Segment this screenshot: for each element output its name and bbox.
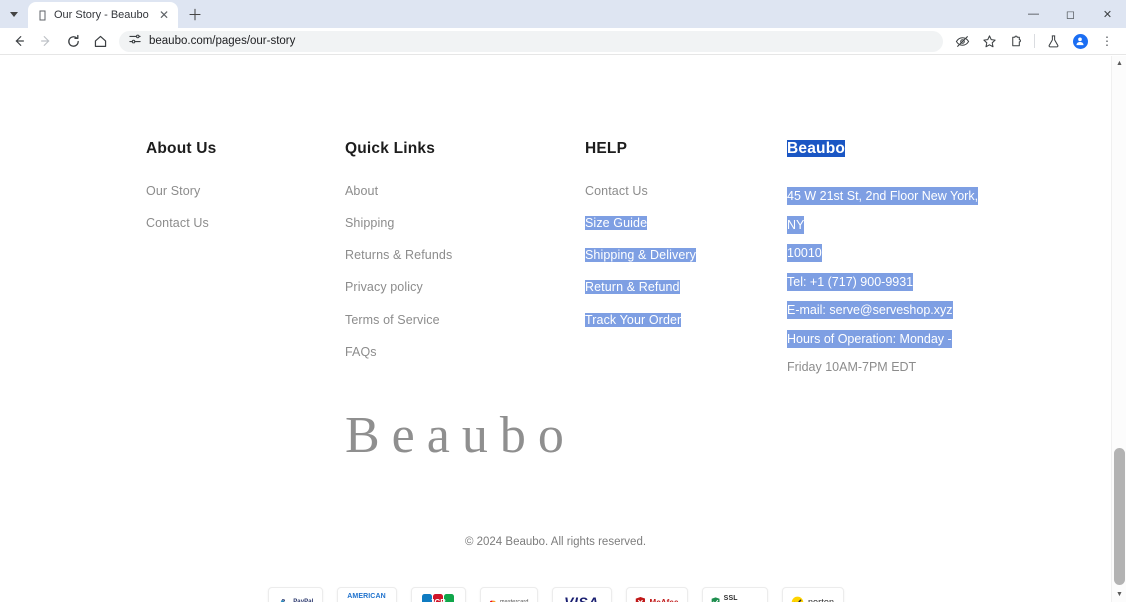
contact-phone: Tel: +1 (717) 900-9931 [787, 272, 914, 291]
address-line-1: 45 W 21st St, 2nd Floor New York, NY [787, 187, 979, 234]
footer-column-help: HELP Contact Us Size Guide Shipping & De… [585, 140, 785, 345]
footer-link-returns-refunds[interactable]: Returns & Refunds [345, 248, 545, 264]
badge-jcb: JCB [410, 587, 466, 602]
badge-paypal: PayPal [267, 587, 323, 602]
close-window-button[interactable]: ✕ [1089, 0, 1126, 28]
url-text: beaubo.com/pages/our-story [149, 35, 296, 47]
footer-link-terms-of-service[interactable]: Terms of Service [345, 313, 545, 329]
scroll-down-arrow[interactable]: ▼ [1112, 587, 1126, 602]
home-button[interactable] [87, 29, 113, 53]
selected-text-track-your-order: Track Your Order [585, 312, 682, 327]
new-tab-button[interactable]: ＋ [182, 1, 208, 27]
contact-email: E-mail: serve@serveshop.xyz [787, 301, 953, 319]
address-line-2: 10010 [787, 244, 822, 262]
brand-wordmark: Beaubo [345, 407, 576, 464]
address-bar[interactable]: beaubo.com/pages/our-story [119, 30, 943, 52]
toolbar-divider [1034, 34, 1035, 48]
tab-title: Our Story - Beaubo [54, 9, 149, 21]
page-icon [37, 10, 48, 21]
minimize-button[interactable]: — [1015, 0, 1052, 28]
selected-text-beaubo: Beaubo [787, 140, 846, 157]
hours-line-1: Hours of Operation: Monday - [787, 329, 952, 348]
copyright-text: © 2024 Beaubo. All rights reserved. [464, 536, 647, 548]
extensions-puzzle-icon[interactable] [1003, 29, 1029, 53]
footer-link-return-refund[interactable]: Return & Refund [585, 280, 785, 296]
footer-link-shipping-delivery[interactable]: Shipping & Delivery [585, 248, 785, 264]
reload-button[interactable] [60, 29, 86, 53]
badge-label-ssl-secure: SSL SECURE [723, 595, 738, 602]
footer-link-faqs[interactable]: FAQs [345, 345, 545, 361]
footer-column-contact: Beaubo 45 W 21st St, 2nd Floor New York,… [787, 140, 997, 382]
scrollbar-thumb[interactable] [1114, 448, 1125, 585]
footer-link-size-guide[interactable]: Size Guide [585, 216, 785, 232]
browser-window: Our Story - Beaubo ✕ ＋ — ◻ ✕ beaubo.com/… [0, 0, 1126, 602]
selected-text-shipping-delivery: Shipping & Delivery [585, 248, 696, 263]
chevron-down-icon [10, 11, 18, 17]
person-icon [1072, 33, 1088, 49]
footer-link-track-your-order[interactable]: Track Your Order [585, 312, 785, 329]
badge-american-express: AMERICAN EXPRESS [336, 587, 397, 602]
footer-link-contact-us-help[interactable]: Contact Us [585, 184, 785, 200]
selected-text-size-guide: Size Guide [585, 216, 648, 231]
footer-heading-quick-links: Quick Links [345, 140, 436, 157]
toolbar-right-actions: ⋮ [949, 29, 1120, 53]
forward-button[interactable] [33, 29, 59, 53]
footer-heading-about-us: About Us [146, 140, 217, 157]
footer-link-our-story[interactable]: Our Story [146, 184, 326, 200]
badge-norton: norton [781, 587, 844, 602]
browser-tab-our-story[interactable]: Our Story - Beaubo ✕ [28, 2, 178, 28]
browser-toolbar: beaubo.com/pages/our-story ⋮ [0, 28, 1126, 55]
badge-mcafee: McAfee [625, 587, 688, 602]
tune-icon[interactable] [129, 32, 141, 50]
eye-slash-icon[interactable] [949, 29, 975, 53]
selected-text-return-refund: Return & Refund [585, 280, 680, 295]
page-viewport: About Us Our Story Contact Us Quick Link… [0, 56, 1126, 602]
payment-badges: PayPal AMERICAN EXPRESS JCB [0, 587, 1111, 602]
badge-label-mcafee: McAfee [649, 597, 679, 602]
svg-text:JCB: JCB [430, 598, 446, 602]
badge-ssl-secure: SSL SECURE [701, 587, 768, 602]
footer-link-contact-us[interactable]: Contact Us [146, 216, 326, 232]
scroll-up-arrow[interactable]: ▲ [1112, 56, 1126, 71]
badge-mastercard: mastercard [479, 587, 538, 602]
hours-line-2: Friday 10AM-7PM EDT [787, 360, 917, 374]
tab-strip: Our Story - Beaubo ✕ ＋ — ◻ ✕ [0, 0, 1126, 28]
profile-avatar[interactable] [1067, 29, 1093, 53]
footer-link-shipping[interactable]: Shipping [345, 216, 545, 232]
footer-heading-help: HELP [585, 140, 628, 157]
badge-visa: VISA [551, 587, 612, 602]
close-icon[interactable]: ✕ [156, 7, 172, 23]
badge-label-american-express: AMERICAN EXPRESS [347, 593, 386, 601]
badge-label-norton: norton [807, 597, 835, 602]
browser-menu-icon[interactable]: ⋮ [1094, 29, 1120, 53]
footer-contact-details: 45 W 21st St, 2nd Floor New York, NY 100… [787, 182, 982, 382]
footer-link-privacy-policy[interactable]: Privacy policy [345, 280, 545, 296]
footer-link-about[interactable]: About [345, 184, 545, 200]
footer-heading-beaubo: Beaubo [787, 140, 846, 158]
tab-search-button[interactable] [0, 0, 28, 28]
flask-icon[interactable] [1040, 29, 1066, 53]
page-scrollbar[interactable]: ▲ ▼ [1111, 56, 1126, 602]
maximize-button[interactable]: ◻ [1052, 0, 1089, 28]
footer-column-about-us: About Us Our Story Contact Us [146, 140, 326, 248]
bookmark-star-icon[interactable] [976, 29, 1002, 53]
window-controls: — ◻ ✕ [1015, 0, 1126, 28]
back-button[interactable] [6, 29, 32, 53]
badge-label-visa: VISA [564, 594, 599, 602]
footer-column-quick-links: Quick Links About Shipping Returns & Ref… [345, 140, 545, 377]
